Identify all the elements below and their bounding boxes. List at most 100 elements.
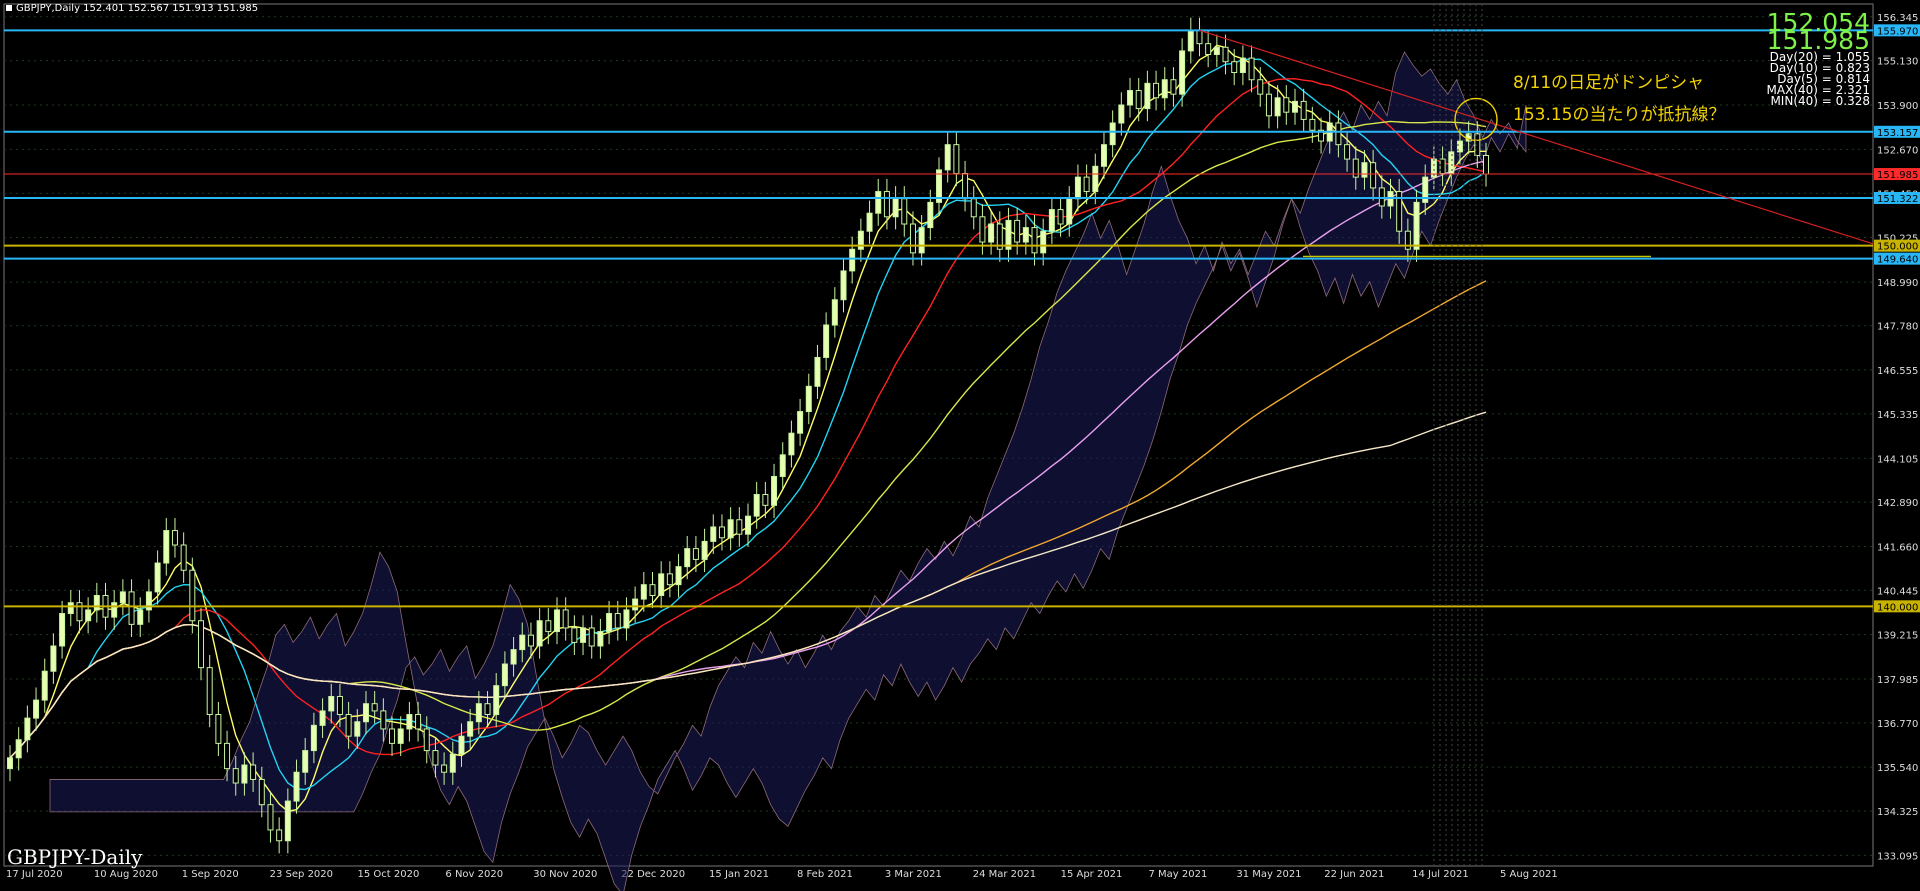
candle-body[interactable]: [501, 663, 508, 687]
candle-body[interactable]: [310, 724, 317, 752]
candle-body[interactable]: [701, 540, 708, 560]
candle-body[interactable]: [753, 494, 760, 517]
candle-body[interactable]: [1179, 50, 1186, 95]
candle-body[interactable]: [33, 699, 40, 719]
candle-body[interactable]: [1274, 97, 1281, 117]
candle-body[interactable]: [224, 742, 231, 770]
candle-body[interactable]: [875, 191, 882, 214]
candle-body[interactable]: [475, 703, 482, 723]
candle-body[interactable]: [293, 771, 300, 802]
candle-body[interactable]: [389, 728, 396, 744]
candle-body[interactable]: [276, 829, 283, 842]
candle-body[interactable]: [406, 714, 413, 730]
candle-body[interactable]: [15, 739, 22, 759]
candle-body[interactable]: [93, 594, 100, 611]
candle-body[interactable]: [1127, 90, 1134, 106]
candle-body[interactable]: [866, 212, 873, 232]
candle-body[interactable]: [441, 764, 448, 773]
candle-body[interactable]: [163, 530, 170, 564]
candle-body[interactable]: [354, 721, 361, 737]
candle-body[interactable]: [1161, 79, 1168, 99]
candle-body[interactable]: [171, 530, 178, 546]
candle-body[interactable]: [302, 750, 309, 773]
candle-body[interactable]: [536, 620, 543, 647]
candle-body[interactable]: [1187, 29, 1194, 52]
candle-body[interactable]: [553, 609, 560, 633]
candle-body[interactable]: [849, 248, 856, 272]
candle-body[interactable]: [111, 602, 118, 618]
candle-body[interactable]: [1370, 162, 1377, 189]
candle-body[interactable]: [1066, 198, 1073, 225]
candle-body[interactable]: [458, 735, 465, 755]
candle-body[interactable]: [119, 591, 126, 604]
candle-body[interactable]: [484, 703, 491, 716]
candle-body[interactable]: [59, 613, 66, 647]
candle-body[interactable]: [1118, 104, 1125, 124]
candle-body[interactable]: [692, 548, 699, 560]
candle-body[interactable]: [1439, 158, 1446, 175]
candle-body[interactable]: [1040, 230, 1047, 254]
candle-body[interactable]: [675, 566, 682, 586]
candle-body[interactable]: [415, 714, 422, 730]
candle-body[interactable]: [727, 519, 734, 539]
candle-body[interactable]: [1083, 176, 1090, 193]
candle-body[interactable]: [1448, 151, 1455, 175]
candle-body[interactable]: [24, 717, 31, 741]
candle-body[interactable]: [215, 714, 222, 744]
candle-body[interactable]: [805, 385, 812, 413]
candle-body[interactable]: [840, 270, 847, 301]
candle-body[interactable]: [658, 573, 665, 596]
candle-body[interactable]: [371, 703, 378, 712]
candle-body[interactable]: [797, 411, 804, 434]
candle-body[interactable]: [545, 620, 552, 633]
candle-body[interactable]: [718, 526, 725, 539]
candle-body[interactable]: [1413, 201, 1420, 250]
candle-body[interactable]: [137, 609, 144, 625]
candle-body[interactable]: [944, 144, 951, 171]
candle-body[interactable]: [892, 198, 899, 218]
candle-body[interactable]: [527, 634, 534, 647]
candle-body[interactable]: [883, 191, 890, 218]
candle-body[interactable]: [50, 645, 57, 672]
chart-menu-icon[interactable]: [6, 5, 12, 11]
candle-body[interactable]: [1153, 82, 1160, 99]
candle-body[interactable]: [1257, 79, 1264, 95]
candle-body[interactable]: [128, 591, 135, 625]
candle-body[interactable]: [1022, 227, 1029, 243]
candle-body[interactable]: [380, 710, 387, 730]
candle-body[interactable]: [562, 609, 569, 629]
candle-body[interactable]: [1231, 61, 1238, 74]
price-chart[interactable]: 156.345155.130153.900152.670151.450150.2…: [0, 0, 1920, 891]
candle-body[interactable]: [1109, 122, 1116, 146]
candle-body[interactable]: [623, 609, 630, 629]
candle-body[interactable]: [632, 598, 639, 611]
candle-body[interactable]: [1291, 100, 1298, 113]
candle-body[interactable]: [1048, 209, 1055, 232]
candle-body[interactable]: [241, 764, 248, 784]
candle-body[interactable]: [918, 227, 925, 254]
candle-body[interactable]: [779, 454, 786, 477]
candle-body[interactable]: [909, 223, 916, 254]
candle-body[interactable]: [1309, 118, 1316, 131]
candle-body[interactable]: [1283, 97, 1290, 113]
candle-body[interactable]: [580, 627, 587, 643]
candle-body[interactable]: [901, 198, 908, 225]
candle-body[interactable]: [1031, 227, 1038, 254]
candle-body[interactable]: [571, 627, 578, 643]
candle-body[interactable]: [423, 728, 430, 752]
candle-body[interactable]: [745, 515, 751, 535]
candle-body[interactable]: [198, 620, 205, 669]
candle-body[interactable]: [345, 714, 352, 737]
candle-body[interactable]: [258, 778, 265, 806]
candle-body[interactable]: [614, 613, 621, 629]
candle-body[interactable]: [232, 768, 239, 784]
candle-body[interactable]: [336, 695, 343, 716]
candle-body[interactable]: [7, 757, 13, 770]
candle-body[interactable]: [771, 475, 778, 506]
candle-body[interactable]: [970, 198, 977, 218]
candle-body[interactable]: [284, 800, 291, 842]
candle-body[interactable]: [1344, 144, 1351, 160]
candle-body[interactable]: [1014, 219, 1021, 243]
candle-body[interactable]: [154, 562, 161, 593]
candle-body[interactable]: [449, 753, 456, 773]
